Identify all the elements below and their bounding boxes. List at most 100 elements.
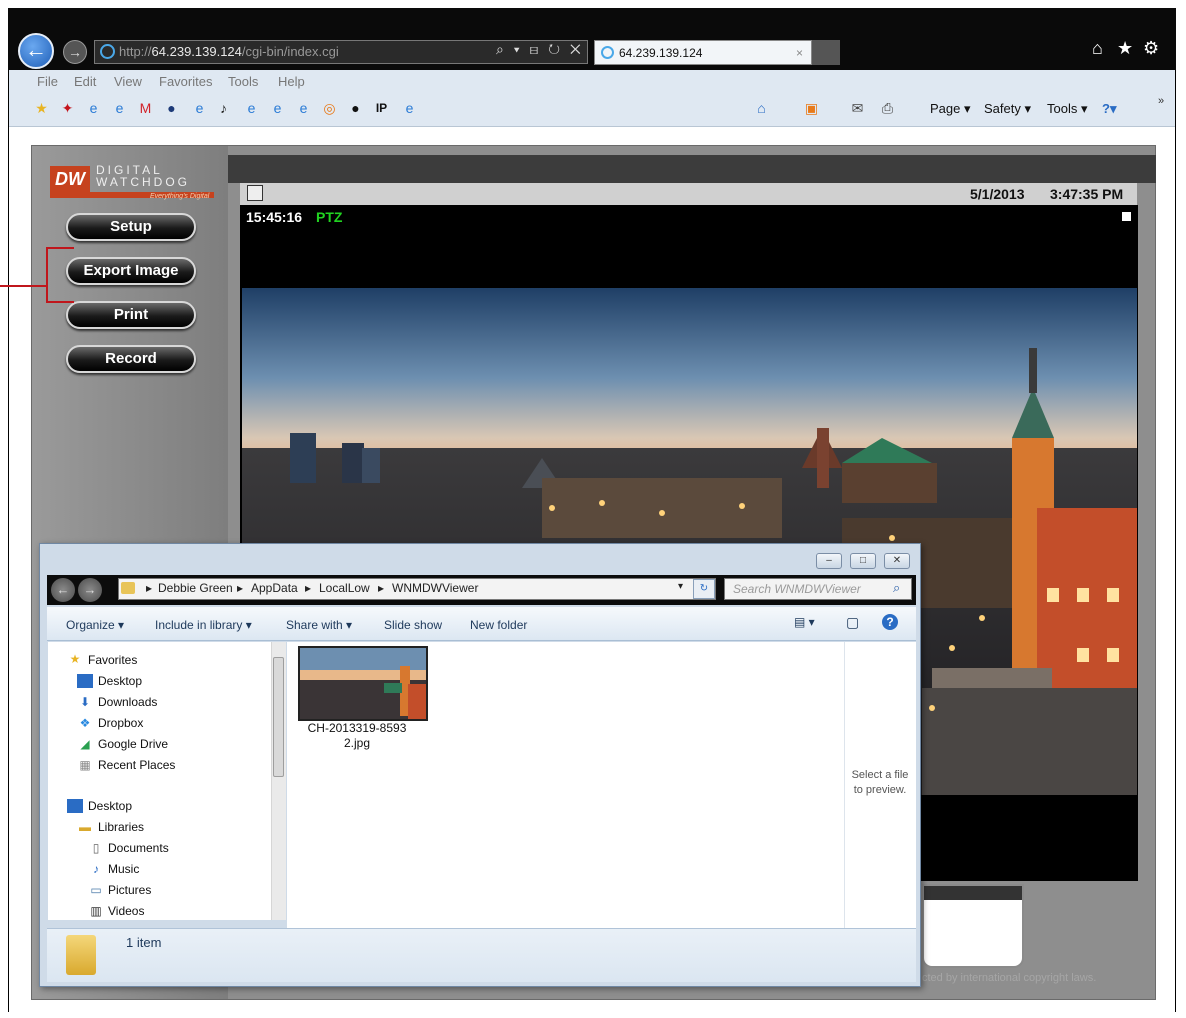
slide-show-button[interactable]: Slide show	[384, 618, 442, 632]
record-button[interactable]: Record	[66, 345, 196, 373]
globe-icon[interactable]: ●	[164, 101, 179, 116]
desktop-icon	[77, 674, 93, 688]
folder-icon	[121, 582, 135, 594]
help-icon[interactable]: ?	[882, 614, 898, 630]
safety-menu[interactable]: Safety ▾	[984, 101, 1031, 117]
ie-page-icon[interactable]: e	[296, 101, 311, 116]
close-button[interactable]: ✕	[884, 553, 910, 569]
new-tab-button[interactable]	[812, 40, 840, 65]
nav-recent-places[interactable]: Recent Places	[98, 758, 175, 772]
nav-desktop-root[interactable]: Desktop	[88, 799, 132, 813]
home-icon[interactable]: ⌂	[1092, 38, 1103, 59]
dw-logo-text: DIGITAL WATCHDOG	[96, 164, 190, 188]
ie-page-icon[interactable]: e	[86, 101, 101, 116]
file-thumbnail[interactable]	[298, 646, 428, 721]
menu-favorites[interactable]: Favorites	[159, 74, 212, 89]
nav-videos[interactable]: Videos	[108, 904, 144, 918]
ip-icon[interactable]: IP	[374, 101, 389, 116]
explorer-forward-button[interactable]: →	[78, 578, 102, 602]
highlight-line	[0, 285, 46, 287]
print-button[interactable]: Print	[66, 301, 196, 329]
tools-menu[interactable]: Tools ▾	[1047, 101, 1088, 117]
preview-pane-icon[interactable]: ▢	[846, 614, 859, 631]
dvr-topbar	[228, 155, 1156, 183]
address-tools[interactable]: ⌕ ▾ ⊟ ↻ ✕	[496, 41, 584, 58]
favorites-icon[interactable]: ★	[1117, 38, 1133, 59]
export-image-button[interactable]: Export Image	[66, 257, 196, 285]
menu-help[interactable]: Help	[278, 74, 305, 89]
dvr-control-panel[interactable]	[922, 884, 1024, 968]
include-in-library-menu[interactable]: Include in library ▾	[155, 618, 252, 632]
new-folder-button[interactable]: New folder	[470, 618, 527, 632]
share-with-menu[interactable]: Share with ▾	[286, 618, 352, 632]
search-icon[interactable]: ⌕	[893, 580, 900, 596]
ie-page-icon[interactable]: e	[402, 101, 417, 116]
nav-documents[interactable]: Documents	[108, 841, 169, 855]
breadcrumb-locallow[interactable]: LocalLow	[319, 581, 370, 595]
documents-icon: ▯	[92, 841, 100, 855]
favorites-star-icon: ★	[69, 652, 81, 666]
ie-page-icon[interactable]: e	[244, 101, 259, 116]
breadcrumb-wnmdwviewer[interactable]: WNMDWViewer	[392, 581, 478, 595]
nav-google-drive[interactable]: Google Drive	[98, 737, 168, 751]
ie-page-icon[interactable]: e	[112, 101, 127, 116]
print-icon[interactable]: ⎙	[880, 101, 895, 116]
back-button[interactable]: ←	[18, 33, 54, 69]
address-protocol: http://	[119, 44, 152, 59]
tab-dvr[interactable]: 64.239.139.124 ×	[594, 40, 812, 65]
file-name[interactable]: CH-2013319-8593 2.jpg	[301, 721, 413, 751]
page-menu[interactable]: Page ▾	[930, 101, 971, 117]
nav-desktop[interactable]: Desktop	[98, 674, 142, 688]
view-options-icon[interactable]: ▤ ▾	[794, 615, 815, 629]
downloads-icon: ⬇	[79, 695, 91, 709]
crumb-separator-icon: ▸	[378, 581, 385, 595]
ptz-indicator: PTZ	[316, 209, 343, 225]
mail-icon[interactable]: ✉	[850, 101, 865, 116]
music-note-icon[interactable]: ♪	[216, 101, 231, 116]
compass-icon[interactable]: ✦	[60, 101, 75, 116]
setup-button[interactable]: Setup	[66, 213, 196, 241]
nav-downloads[interactable]: Downloads	[98, 695, 157, 709]
chevron-more-icon[interactable]: »	[1158, 95, 1164, 107]
menu-tools[interactable]: Tools	[228, 74, 258, 89]
dw-logo-mark: DW	[50, 166, 90, 192]
home-cmd-icon[interactable]: ⌂	[754, 101, 769, 116]
nav-pictures[interactable]: Pictures	[108, 883, 151, 897]
nav-dropbox[interactable]: Dropbox	[98, 716, 143, 730]
circle-t-icon[interactable]: ●	[348, 101, 363, 116]
menu-file[interactable]: File	[37, 74, 58, 89]
crumb-separator-icon: ▸	[237, 581, 244, 595]
maximize-button[interactable]: □	[850, 553, 876, 569]
nav-music[interactable]: Music	[108, 862, 139, 876]
details-pane	[47, 928, 916, 982]
file-name-line2: 2.jpg	[343, 736, 371, 750]
menu-view[interactable]: View	[114, 74, 142, 89]
path-dropdown-icon[interactable]: ▾	[678, 581, 683, 592]
copyright-notice: cted by international copyright laws.	[922, 972, 1097, 984]
forward-button[interactable]: →	[63, 40, 87, 64]
settings-icon[interactable]: ⚙	[1143, 38, 1159, 59]
help-menu[interactable]: ?▾	[1102, 101, 1116, 117]
fullscreen-icon[interactable]	[247, 185, 263, 201]
tab-close-icon[interactable]: ×	[796, 41, 803, 65]
feeds-icon[interactable]: ▣	[804, 101, 819, 116]
gmail-icon[interactable]: M	[138, 101, 153, 116]
breadcrumb-user[interactable]: Debbie Green	[158, 581, 233, 595]
pictures-icon: ▭	[90, 883, 102, 897]
minimize-button[interactable]: –	[816, 553, 842, 569]
organize-menu[interactable]: Organize ▾	[66, 618, 124, 632]
ie-page-icon[interactable]: e	[270, 101, 285, 116]
record-indicator-icon	[1122, 212, 1131, 221]
nav-libraries[interactable]: Libraries	[98, 820, 144, 834]
ie-page-icon[interactable]: e	[192, 101, 207, 116]
explorer-back-button[interactable]: ←	[51, 578, 75, 602]
ring-icon[interactable]: ◎	[322, 101, 337, 116]
breadcrumb-appdata[interactable]: AppData	[251, 581, 298, 595]
refresh-icon[interactable]: ↻	[693, 579, 715, 599]
nav-favorites[interactable]: Favorites	[88, 653, 137, 667]
menu-edit[interactable]: Edit	[74, 74, 96, 89]
favorites-star-icon[interactable]: ★	[34, 101, 49, 116]
nav-scrollbar-thumb[interactable]	[273, 657, 284, 777]
explorer-search-input[interactable]: Search WNMDWViewer	[724, 578, 912, 600]
item-count: 1 item	[126, 935, 162, 950]
